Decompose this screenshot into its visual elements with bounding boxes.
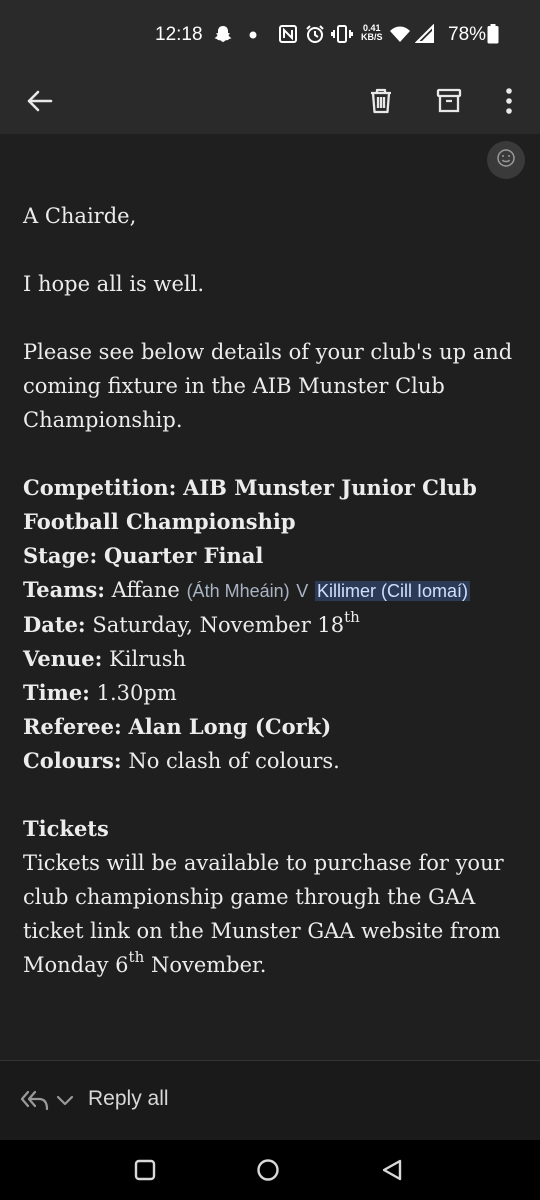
archive-button[interactable] bbox=[426, 80, 472, 126]
smiley-icon bbox=[496, 148, 516, 172]
colours-label: Colours: bbox=[23, 748, 122, 773]
email-body: A Chairde, I hope all is well. Please se… bbox=[23, 199, 523, 982]
venue-line: Venue: Kilrush bbox=[23, 642, 523, 676]
tickets-suffix: th bbox=[128, 948, 145, 966]
reply-all-button[interactable]: Reply all bbox=[88, 1087, 169, 1111]
back-triangle-icon[interactable] bbox=[380, 1158, 404, 1186]
alarm-icon bbox=[305, 24, 325, 49]
referee-label: Referee: bbox=[23, 714, 122, 739]
battery-icon bbox=[487, 24, 499, 49]
tickets-paragraph: Tickets will be available to purchase fo… bbox=[23, 846, 523, 982]
venue-value: Kilrush bbox=[109, 647, 187, 671]
intro-paragraph: Please see below details of your club's … bbox=[23, 340, 513, 432]
home-circle-icon[interactable] bbox=[256, 1158, 280, 1186]
nfc-icon bbox=[278, 24, 298, 49]
wifi-icon bbox=[389, 24, 411, 49]
tickets-heading: Tickets bbox=[23, 812, 523, 846]
competition-line: Competition: AIB Munster Junior Club Foo… bbox=[23, 471, 523, 539]
opening-line: I hope all is well. bbox=[23, 272, 204, 296]
status-time: 12:18 bbox=[155, 24, 203, 45]
date-suffix: th bbox=[344, 608, 360, 626]
referee-value: Alan Long (Cork) bbox=[128, 714, 332, 739]
time-line: Time: 1.30pm bbox=[23, 676, 523, 710]
app-bar bbox=[0, 72, 540, 134]
dot-icon bbox=[248, 24, 258, 49]
recents-square-icon[interactable] bbox=[133, 1158, 157, 1186]
reply-bar: Reply all bbox=[0, 1060, 540, 1141]
vibrate-icon bbox=[331, 24, 353, 49]
teams-line: Teams: Affane (Áth Mheáin) V Killimer (C… bbox=[23, 573, 523, 608]
trash-icon bbox=[367, 87, 395, 119]
system-nav-bar bbox=[0, 1140, 540, 1200]
time-label: Time: bbox=[23, 680, 90, 705]
teams-label: Teams: bbox=[23, 577, 105, 602]
signal-icon bbox=[414, 23, 435, 49]
more-options-button[interactable] bbox=[486, 80, 532, 126]
date-value: Saturday, November 18 bbox=[92, 613, 345, 637]
venue-label: Venue: bbox=[23, 646, 103, 671]
greeting: A Chairde, bbox=[23, 204, 137, 228]
date-label: Date: bbox=[23, 612, 86, 637]
team-home-irish: (Áth Mheáin) bbox=[186, 581, 290, 601]
snapchat-icon bbox=[213, 24, 233, 49]
team-away-link[interactable]: Killimer (Cill Iomaí) bbox=[315, 581, 471, 601]
reply-all-icon[interactable] bbox=[20, 1089, 50, 1117]
colours-value: No clash of colours. bbox=[128, 749, 340, 773]
stage-line: Stage: Quarter Final bbox=[23, 539, 523, 573]
time-value: 1.30pm bbox=[96, 681, 177, 705]
more-vert-icon bbox=[504, 87, 514, 119]
colours-line: Colours: No clash of colours. bbox=[23, 744, 523, 778]
stage-label: Stage: bbox=[23, 543, 98, 568]
delete-button[interactable] bbox=[358, 80, 404, 126]
battery-percent: 78% bbox=[448, 24, 487, 45]
team-home: Affane bbox=[111, 578, 180, 602]
tickets-end: November. bbox=[150, 953, 267, 977]
versus: V bbox=[296, 581, 309, 601]
back-button[interactable] bbox=[16, 80, 62, 126]
chevron-down-icon[interactable] bbox=[56, 1092, 74, 1111]
referee-line: Referee: Alan Long (Cork) bbox=[23, 710, 523, 744]
back-arrow-icon bbox=[25, 87, 53, 119]
status-bar: 12:18 0.41 KB/S 78% bbox=[0, 0, 540, 72]
data-rate-unit: KB/S bbox=[361, 32, 383, 42]
add-reaction-button[interactable] bbox=[487, 141, 525, 179]
competition-label: Competition: bbox=[23, 475, 177, 500]
archive-icon bbox=[435, 87, 463, 119]
tickets-heading-text: Tickets bbox=[23, 816, 109, 841]
data-rate-icon: 0.41 KB/S bbox=[361, 24, 383, 42]
date-line: Date: Saturday, November 18th bbox=[23, 608, 523, 642]
stage-value: Quarter Final bbox=[103, 543, 264, 568]
